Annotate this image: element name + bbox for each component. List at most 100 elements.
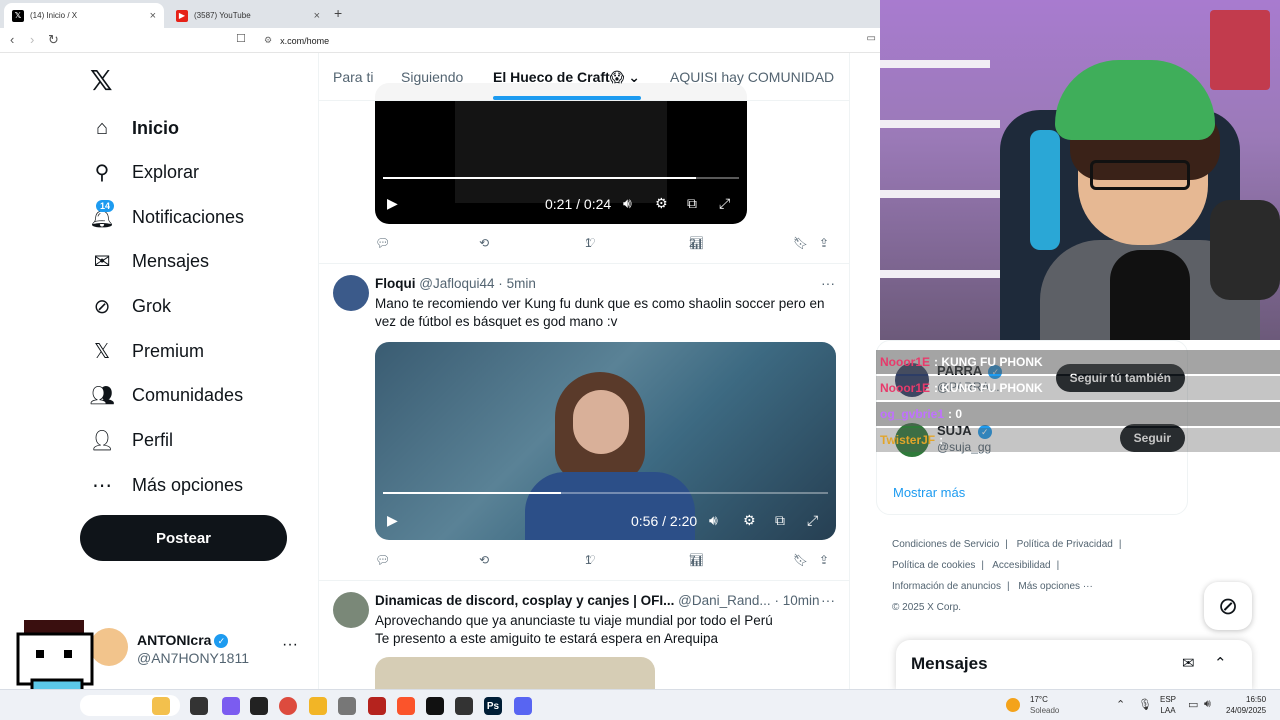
nav-mensajes[interactable]: ✉ Mensajes (90, 241, 209, 281)
account-more-icon[interactable]: ··· (282, 636, 298, 654)
task-view-icon[interactable] (190, 697, 208, 715)
video-progress-bar[interactable] (383, 177, 739, 179)
footer-link[interactable]: Política de cookies (892, 560, 975, 571)
nav-mas-opciones[interactable]: ⋯ Más opciones (90, 465, 243, 505)
file-explorer-icon[interactable] (309, 697, 327, 715)
nav-comunidades[interactable]: 👥︎ Comunidades (89, 375, 243, 415)
account-switcher[interactable]: ANTONIcra ✓ @AN7HONY1811 ··· (90, 628, 310, 670)
tab-para-ti[interactable]: Para ti (333, 69, 373, 85)
tweet-author-name[interactable]: Floqui (375, 276, 416, 291)
fullscreen-icon[interactable]: ⤢ (719, 195, 730, 212)
retweet-icon[interactable]: ⟲ (479, 553, 489, 567)
volume-icon[interactable]: 🔊︎ (709, 512, 718, 529)
weather-widget[interactable]: 17°C Soleado (1006, 694, 1059, 716)
footer-link[interactable]: Información de anuncios (892, 581, 1001, 592)
grok-floating-button[interactable]: ⊘ (1204, 582, 1252, 630)
tweet-author-handle[interactable]: @Dani_Rand... (678, 593, 771, 608)
video-time: 0:56 / 2:20 (631, 513, 698, 529)
avatar[interactable] (333, 592, 369, 628)
copilot-icon[interactable] (222, 697, 240, 715)
tab-siguiendo[interactable]: Siguiendo (401, 69, 463, 85)
brave-icon[interactable] (397, 697, 415, 715)
footer-link[interactable]: Condiciones de Servicio (892, 539, 999, 550)
nav-premium[interactable]: 𝕏 Premium (90, 331, 204, 371)
footer-link[interactable]: Más opciones ··· (1018, 581, 1092, 592)
url-field[interactable]: ⚙ x.com/home (256, 31, 876, 50)
play-icon[interactable]: ▶ (387, 512, 398, 529)
reply-icon[interactable]: 💬︎ (375, 236, 390, 250)
messages-drawer[interactable]: Mensajes ✉ ⌃ (896, 640, 1252, 690)
pip-icon[interactable]: ⧉ (775, 512, 785, 529)
photoshop-icon[interactable]: Ps (484, 697, 502, 715)
back-icon[interactable]: ‹ (10, 32, 14, 47)
bookmark-icon[interactable]: 🔖︎ (793, 553, 808, 567)
tweet-actions: 💬︎ ⟲ ♡ 1 📊︎ 7 🔖︎ ⇪ (375, 553, 835, 573)
chat-message: : KUNG FU PHONK (934, 355, 1043, 369)
capcut-icon[interactable] (455, 697, 473, 715)
tweet-more-icon[interactable]: ··· (821, 592, 835, 608)
expand-up-icon[interactable]: ⌃ (1214, 654, 1227, 672)
avatar[interactable] (333, 275, 369, 311)
cast-icon[interactable]: ▭ (867, 33, 876, 44)
tray-chevron-icon[interactable]: ⌃ (1116, 698, 1125, 711)
app-icon[interactable] (250, 697, 268, 715)
chrome-icon[interactable] (279, 697, 297, 715)
post-button[interactable]: Postear (80, 515, 287, 561)
clock[interactable]: 16:50 24/09/2025 (1226, 694, 1266, 716)
footer-separator: | (1006, 581, 1010, 592)
nav-inicio[interactable]: ⌂ Inicio (90, 108, 179, 148)
settings-app-icon[interactable] (338, 697, 356, 715)
notification-badge: 14 (96, 200, 115, 212)
app-icon[interactable] (368, 697, 386, 715)
retweet-icon[interactable]: ⟲ (479, 236, 489, 250)
tab-youtube[interactable]: ▶ (3587) YouTube × (168, 3, 328, 28)
new-tab-icon[interactable]: + (334, 5, 342, 21)
tab-el-hueco-de-craft[interactable]: El Hueco de Craft😱 ⌄ (493, 69, 640, 86)
discord-icon[interactable] (514, 697, 532, 715)
timeline[interactable]: Para ti Siguiendo El Hueco de Craft😱 ⌄ A… (318, 53, 850, 689)
fullscreen-icon[interactable]: ⤢ (807, 512, 818, 529)
tiktok-icon[interactable] (426, 697, 444, 715)
reply-icon[interactable]: 💬︎ (375, 553, 390, 567)
footer-link[interactable]: Política de Privacidad (1017, 539, 1113, 550)
language-indicator[interactable]: ESP LAA (1160, 694, 1176, 716)
video-progress-bar[interactable] (383, 492, 828, 494)
tweet-header: Floqui @Jafloqui44 · 5min (375, 276, 536, 291)
footer-link[interactable]: Accesibilidad (992, 560, 1050, 571)
tweet-time[interactable]: 10min (783, 593, 820, 608)
close-tab-icon[interactable]: × (314, 10, 320, 22)
bookmark-icon[interactable]: ☐ (236, 32, 246, 45)
video-player[interactable]: ▶ 0:56 / 2:20 🔊︎ ⚙ ⧉ ⤢ (375, 342, 836, 540)
tweet-time[interactable]: 5min (507, 276, 536, 291)
tweet-text: Mano te recomiendo ver Kung fu dunk que … (375, 295, 835, 331)
tweet-more-icon[interactable]: ··· (821, 275, 835, 291)
search-highlight-icon[interactable] (152, 697, 170, 715)
x-logo-icon[interactable]: 𝕏 (90, 64, 113, 97)
microphone-icon[interactable]: 🎙︎ (1138, 698, 1152, 711)
forward-icon[interactable]: › (30, 32, 34, 47)
show-more-link[interactable]: Mostrar más (893, 485, 965, 500)
volume-icon[interactable]: 🔊︎ (623, 195, 632, 212)
new-message-icon[interactable]: ✉ (1182, 654, 1195, 672)
share-icon[interactable]: ⇪ (819, 236, 829, 250)
share-icon[interactable]: ⇪ (819, 553, 829, 567)
nav-perfil[interactable]: 👤︎ Perfil (89, 420, 173, 460)
tab-x-home[interactable]: 𝕏 (14) Inicio / X × (4, 3, 164, 28)
site-info-icon[interactable]: ⚙ (264, 35, 272, 46)
tweet-image[interactable] (375, 657, 655, 689)
bookmark-icon[interactable]: 🔖︎ (793, 236, 808, 250)
nav-grok[interactable]: ⊘ Grok (90, 286, 171, 326)
reload-icon[interactable]: ↻ (48, 32, 59, 48)
volume-icon[interactable]: 🔊︎ (1204, 698, 1211, 711)
pip-icon[interactable]: ⧉ (687, 195, 697, 212)
network-icon[interactable]: ▭ (1188, 698, 1198, 711)
video-player[interactable]: ▶ 0:21 / 0:24 🔊︎ ⚙ ⧉ ⤢ (375, 83, 747, 224)
tweet-author-handle[interactable]: @Jafloqui44 (419, 276, 494, 291)
close-tab-icon[interactable]: × (150, 10, 156, 22)
settings-icon[interactable]: ⚙ (743, 512, 756, 529)
play-icon[interactable]: ▶ (387, 195, 398, 212)
nav-explorar[interactable]: ⚲ Explorar (90, 152, 199, 192)
settings-icon[interactable]: ⚙ (655, 195, 668, 212)
tab-aquisi-hay-comunidad[interactable]: AQUISI hay COMUNIDAD (670, 69, 834, 85)
tweet-author-name[interactable]: Dinamicas de discord, cosplay y canjes |… (375, 593, 674, 608)
